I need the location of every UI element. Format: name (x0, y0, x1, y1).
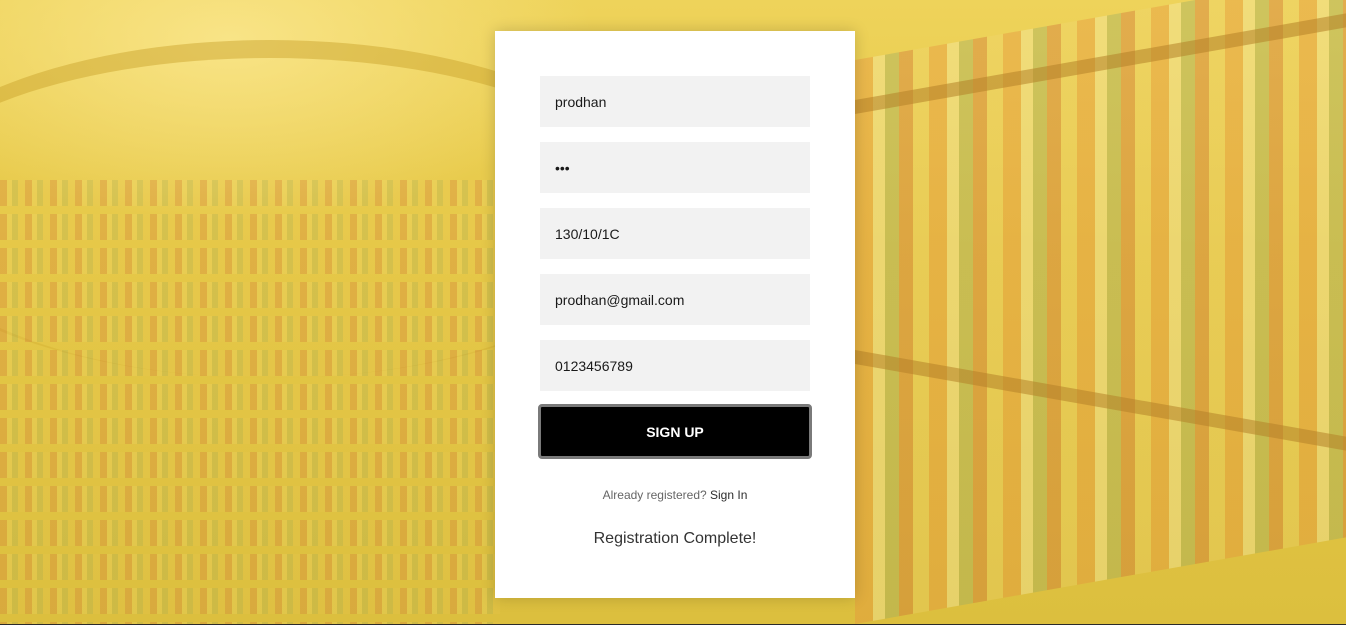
left-bookshelves-decoration (0, 180, 500, 624)
already-registered-message: Already registered? Sign In (495, 488, 855, 502)
sign-in-link[interactable]: Sign In (710, 488, 747, 502)
phone-field[interactable] (540, 340, 810, 391)
registration-status: Registration Complete! (593, 530, 757, 547)
already-registered-text: Already registered? (602, 488, 707, 502)
password-field[interactable] (540, 142, 810, 193)
address-field[interactable] (540, 208, 810, 259)
email-field[interactable] (540, 274, 810, 325)
signup-button[interactable]: SIGN UP (538, 404, 812, 459)
username-field[interactable] (540, 76, 810, 127)
signup-card: SIGN UP Already registered? Sign In Regi… (495, 31, 855, 598)
